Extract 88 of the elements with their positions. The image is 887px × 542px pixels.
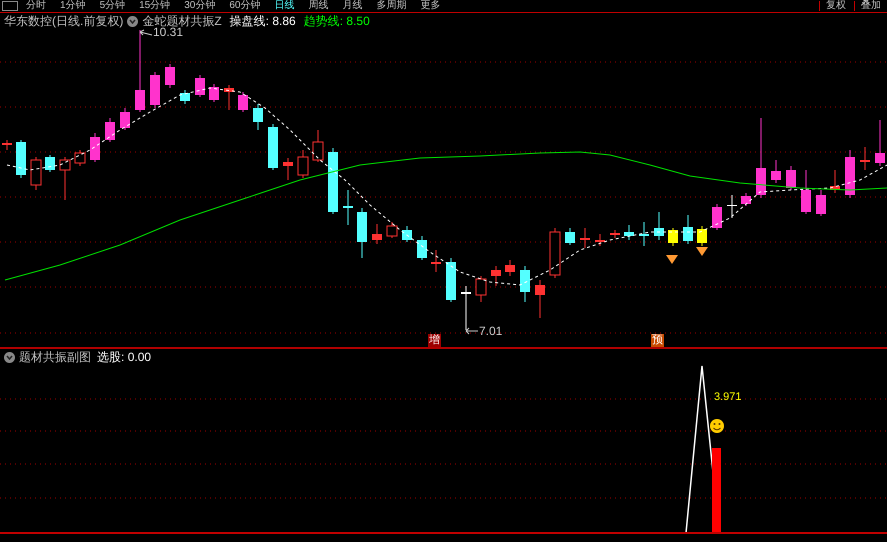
candlestick (328, 148, 338, 214)
period-tab[interactable]: 1分钟 (54, 1, 92, 11)
candlestick (801, 170, 811, 214)
smiley-icon (710, 419, 724, 433)
candlestick (30, 156, 42, 190)
candlestick (150, 72, 160, 108)
candlestick (741, 192, 751, 206)
indicator-value: 趋势线: 8.50 (304, 13, 370, 30)
candlestick (639, 222, 649, 246)
candlestick (580, 228, 590, 248)
candlestick (712, 204, 722, 230)
toolbar-button[interactable]: 叠加 (854, 1, 887, 11)
candlestick (120, 108, 130, 130)
candlestick (60, 156, 70, 200)
candlestick (45, 154, 55, 172)
candlestick (417, 236, 427, 260)
candlestick (610, 230, 620, 238)
period-tab[interactable]: 5分钟 (94, 1, 132, 11)
candlestick (224, 84, 234, 110)
menu-icon[interactable] (2, 1, 18, 11)
candlestick (90, 132, 100, 162)
stock-title: 华东数控(日线.前复权) (4, 13, 124, 30)
candlestick (491, 266, 501, 286)
candlestick (476, 276, 486, 302)
candlestick (550, 228, 560, 278)
period-tab[interactable]: 日线 (268, 1, 300, 11)
candlestick (683, 214, 693, 244)
candlestick (860, 146, 870, 170)
candlestick (845, 150, 855, 198)
candlestick (312, 130, 324, 162)
candlestick (283, 158, 293, 180)
candlestick (431, 250, 441, 272)
candlestick (357, 208, 367, 258)
candlestick (446, 258, 456, 302)
candlestick (195, 74, 205, 98)
indicator-value: 操盘线: 8.86 (230, 13, 296, 30)
candlestick (697, 226, 707, 246)
dropdown-icon[interactable] (4, 352, 15, 362)
candlestick (105, 118, 115, 142)
period-tab[interactable]: 分时 (20, 1, 52, 11)
period-tab[interactable]: 月线 (336, 1, 368, 11)
candlestick (727, 194, 737, 218)
period-tab[interactable]: 30分钟 (178, 1, 222, 11)
candlestick (595, 234, 605, 246)
candlestick (654, 212, 664, 240)
period-tab[interactable]: 60分钟 (223, 1, 266, 11)
candlestick (816, 190, 826, 216)
candlestick (402, 226, 412, 242)
period-tab[interactable]: 15分钟 (133, 1, 176, 11)
candlestick (16, 140, 26, 178)
candlestick (343, 190, 353, 226)
low-price-label: 7.01 (479, 325, 502, 337)
subchart-title: 题材共振副图 (19, 349, 91, 366)
low-marker-arrow (466, 328, 478, 334)
period-tab[interactable]: 周线 (302, 1, 334, 11)
candlestick (875, 120, 885, 166)
candlestick (624, 224, 634, 240)
candlestick (238, 92, 248, 112)
period-tab[interactable]: 多周期 (370, 1, 412, 11)
candlestick (786, 166, 796, 190)
indicator-name: 金蛇题材共振Z (142, 13, 222, 28)
high-marker-arrow (140, 30, 152, 36)
candlestick (74, 150, 86, 166)
signal-tag: 预 (651, 334, 664, 347)
candlestick (830, 170, 840, 194)
candlestick (520, 266, 530, 302)
pick-value: 选股: 0.00 (97, 349, 152, 366)
dropdown-icon[interactable] (127, 16, 138, 26)
candlestick (268, 124, 278, 170)
candlestick (2, 140, 12, 150)
candlestick (535, 280, 545, 318)
candlestick (771, 160, 781, 184)
candlestick (372, 224, 382, 244)
candlestick (386, 222, 398, 238)
value-label: 3.971 (714, 392, 742, 403)
signal-tag: 增 (428, 334, 441, 347)
candlestick (505, 260, 515, 276)
candlestick (180, 90, 190, 104)
candlestick (461, 286, 471, 330)
candlestick (253, 104, 263, 130)
period-tab[interactable]: 更多 (414, 1, 446, 11)
candlestick (565, 228, 575, 246)
candlestick (298, 150, 308, 178)
candlestick (209, 84, 219, 102)
high-price-label: 10.31 (153, 26, 184, 38)
toolbar-button[interactable]: 复权 (819, 1, 852, 11)
candlestick (668, 228, 678, 246)
candlestick (165, 64, 175, 88)
